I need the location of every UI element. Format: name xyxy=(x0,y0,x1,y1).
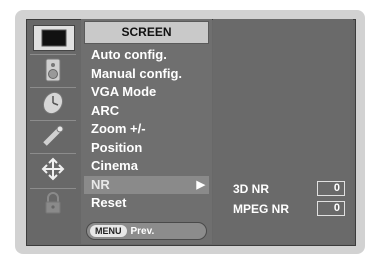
submenu-label-3d-nr: 3D NR xyxy=(233,182,270,196)
prev-label: Prev. xyxy=(130,225,155,237)
menu-item-reset[interactable]: Reset xyxy=(84,194,209,213)
menu-item-manual-config[interactable]: Manual config. xyxy=(84,65,209,84)
menu-item-vga-mode[interactable]: VGA Mode xyxy=(84,83,209,102)
menu-item-zoom[interactable]: Zoom +/- xyxy=(84,120,209,139)
picture-icon[interactable] xyxy=(33,25,75,51)
menu-key-label: MENU xyxy=(90,225,127,237)
lock-icon[interactable] xyxy=(33,191,73,215)
menu-item-position[interactable]: Position xyxy=(84,139,209,158)
option-icon[interactable] xyxy=(33,124,73,148)
submenu-row-mpeg-nr[interactable]: MPEG NR 0 xyxy=(233,201,345,217)
menu-list: Auto config. Manual config. VGA Mode ARC… xyxy=(84,46,209,213)
category-icon-column xyxy=(28,21,78,241)
sound-icon[interactable] xyxy=(33,58,73,82)
menu-item-nr[interactable]: NR ▶ xyxy=(84,175,209,194)
submenu-label-mpeg-nr: MPEG NR xyxy=(233,202,290,216)
menu-item-nr-label: NR xyxy=(91,176,110,192)
screen-icon[interactable] xyxy=(33,157,73,181)
menu-item-cinema[interactable]: Cinema xyxy=(84,157,209,176)
time-icon[interactable] xyxy=(33,91,73,115)
menu-item-auto-config[interactable]: Auto config. xyxy=(84,46,209,65)
submenu-row-3d-nr[interactable]: 3D NR 0 xyxy=(233,181,345,197)
submenu-arrow-icon: ▶ xyxy=(196,178,205,191)
menu-title: SCREEN xyxy=(84,21,209,44)
submenu-value-mpeg-nr[interactable]: 0 xyxy=(317,201,345,216)
menu-prev-button[interactable]: MENU Prev. xyxy=(86,222,207,240)
menu-item-arc[interactable]: ARC xyxy=(84,102,209,121)
submenu-value-3d-nr[interactable]: 0 xyxy=(317,181,345,196)
